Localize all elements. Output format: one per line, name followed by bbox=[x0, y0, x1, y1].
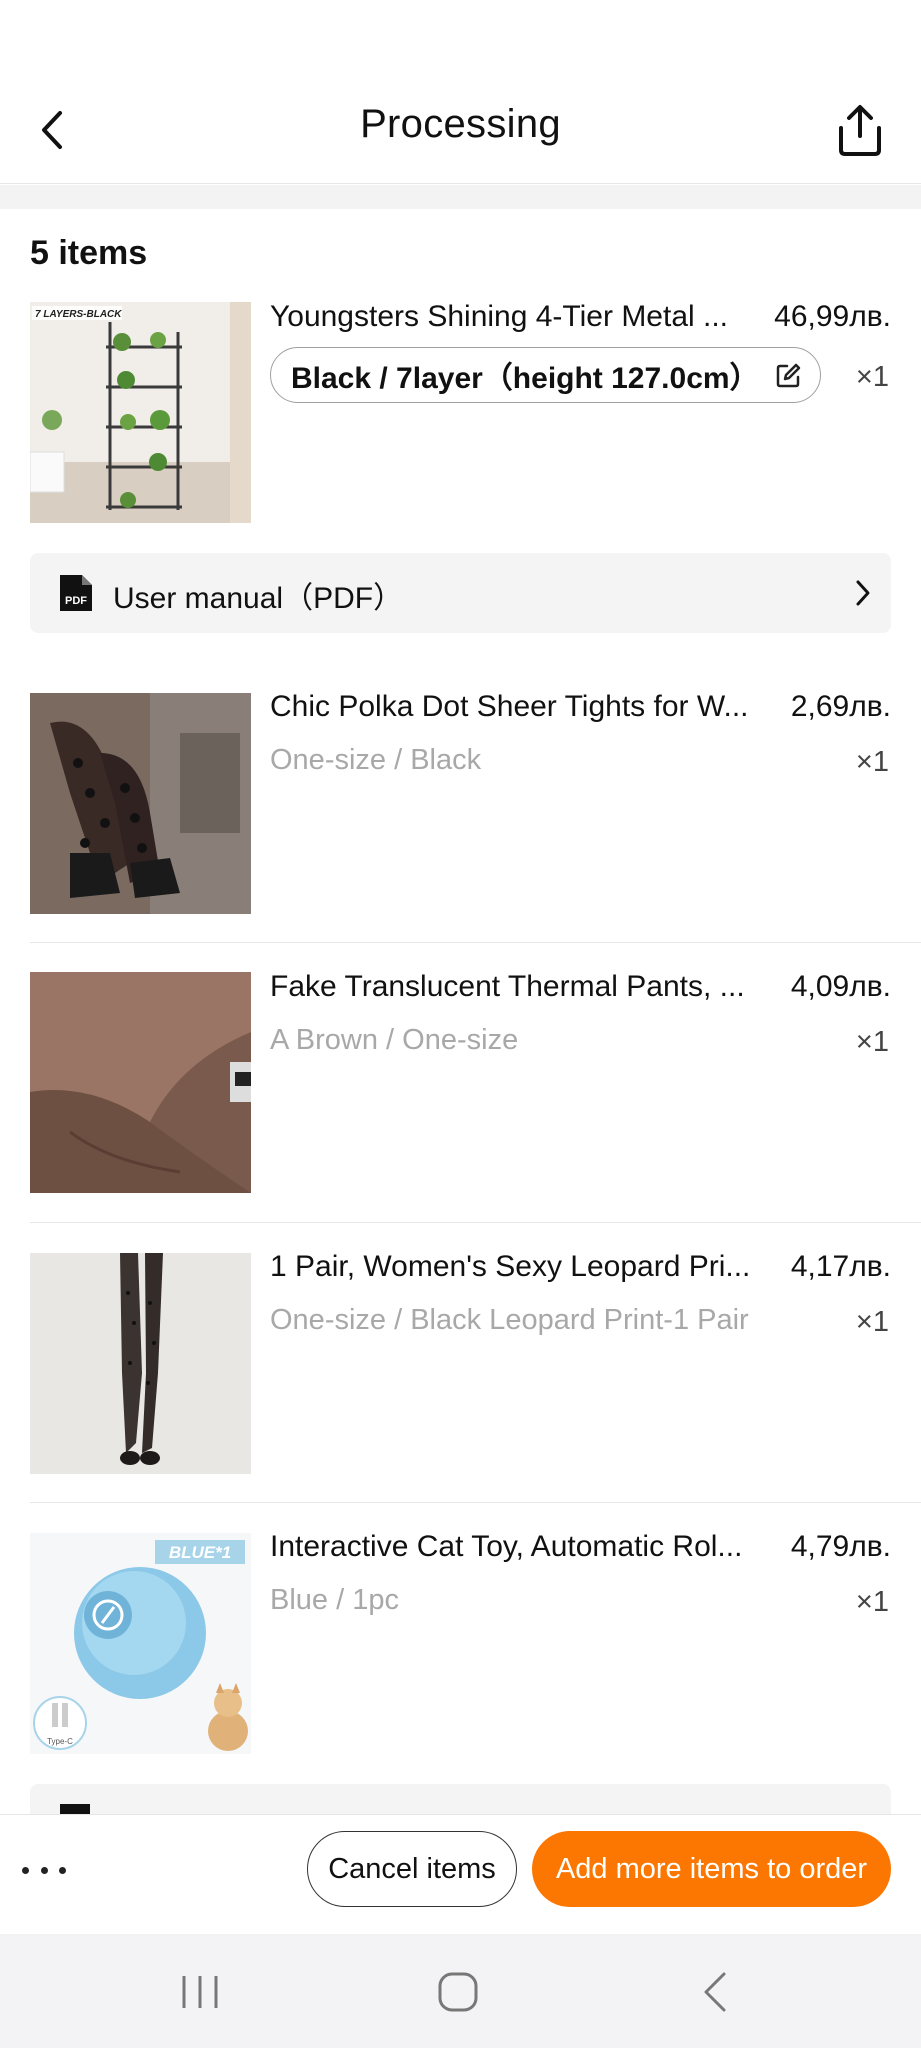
svg-text:PDF: PDF bbox=[65, 595, 87, 607]
chevron-right-icon bbox=[856, 580, 870, 606]
item-variant: Blue / 1pc bbox=[270, 1584, 399, 1616]
list-item[interactable]: 7 LAYERS-BLACK Youngsters Shining 4-Tier… bbox=[0, 300, 921, 530]
list-item[interactable]: Fake Translucent Thermal Pants, ... 4,09… bbox=[0, 970, 921, 1220]
product-thumbnail[interactable] bbox=[30, 1253, 251, 1474]
system-navigation-bar bbox=[0, 1934, 921, 2048]
item-quantity: ×1 bbox=[855, 746, 889, 778]
item-title[interactable]: Youngsters Shining 4-Tier Metal ... bbox=[270, 300, 770, 334]
divider bbox=[30, 1502, 921, 1503]
item-price: 2,69лв. bbox=[790, 690, 891, 723]
thumbnail-caption: Type-C bbox=[47, 1737, 73, 1746]
system-back-icon[interactable] bbox=[700, 1970, 730, 2014]
divider bbox=[30, 942, 921, 943]
bottom-action-bar: Cancel items Add more items to order bbox=[0, 1814, 921, 1934]
edit-icon bbox=[776, 363, 800, 388]
item-quantity: ×1 bbox=[855, 1586, 889, 1618]
item-quantity: ×1 bbox=[855, 361, 889, 393]
recents-icon[interactable] bbox=[180, 1972, 220, 2012]
item-variant: A Brown / One-size bbox=[270, 1024, 519, 1056]
user-manual-row-partial[interactable] bbox=[30, 1784, 891, 1814]
item-variant: One-size / Black bbox=[270, 744, 482, 776]
pdf-icon: PDF bbox=[60, 575, 92, 611]
user-manual-label: User manual（PDF） bbox=[113, 582, 404, 615]
item-title[interactable]: Fake Translucent Thermal Pants, ... bbox=[270, 970, 770, 1004]
item-price: 4,79лв. bbox=[790, 1530, 891, 1563]
home-icon[interactable] bbox=[436, 1970, 480, 2014]
section-separator bbox=[0, 185, 921, 209]
list-item[interactable]: Chic Polka Dot Sheer Tights for W... 2,6… bbox=[0, 690, 921, 940]
thumbnail-caption: 7 LAYERS-BLACK bbox=[35, 309, 122, 320]
list-item[interactable]: 1 Pair, Women's Sexy Leopard Pri... 4,17… bbox=[0, 1250, 921, 1500]
item-price: 4,09лв. bbox=[790, 970, 891, 1003]
product-thumbnail[interactable]: BLUE*1 Type-C bbox=[30, 1533, 251, 1754]
add-more-items-button[interactable]: Add more items to order bbox=[532, 1831, 891, 1907]
page-title: Processing bbox=[360, 102, 561, 146]
product-thumbnail[interactable]: 7 LAYERS-BLACK bbox=[30, 302, 251, 523]
order-processing-page: Processing 5 items 7 LAYERS-BLACK Youngs… bbox=[0, 0, 921, 2048]
variant-selector[interactable]: Black / 7layer（height 127.0cm） bbox=[270, 347, 821, 403]
item-variant: One-size / Black Leopard Print-1 Pair bbox=[270, 1304, 749, 1336]
item-title[interactable]: Chic Polka Dot Sheer Tights for W... bbox=[270, 690, 770, 724]
divider bbox=[30, 1222, 921, 1223]
top-bar: Processing bbox=[0, 0, 921, 184]
cancel-items-button[interactable]: Cancel items bbox=[307, 1831, 517, 1907]
items-count: 5 items bbox=[30, 234, 148, 272]
list-item[interactable]: BLUE*1 Type-C Interactive Cat Toy, Autom… bbox=[0, 1530, 921, 1780]
item-price: 46,99лв. bbox=[774, 300, 891, 333]
user-manual-row[interactable]: PDF User manual（PDF） bbox=[30, 553, 891, 633]
item-quantity: ×1 bbox=[855, 1306, 889, 1338]
item-title[interactable]: Interactive Cat Toy, Automatic Rol... bbox=[270, 1530, 770, 1564]
item-quantity: ×1 bbox=[855, 1026, 889, 1058]
thumbnail-badge: BLUE*1 bbox=[169, 1543, 231, 1562]
pdf-icon bbox=[60, 1804, 90, 1814]
share-icon bbox=[839, 105, 881, 156]
variant-label: Black / 7layer（height 127.0cm） bbox=[291, 362, 760, 395]
share-button[interactable] bbox=[833, 102, 887, 158]
product-thumbnail[interactable] bbox=[30, 693, 251, 914]
item-title[interactable]: 1 Pair, Women's Sexy Leopard Pri... bbox=[270, 1250, 770, 1284]
item-price: 4,17лв. bbox=[790, 1250, 891, 1283]
more-dots-icon[interactable] bbox=[22, 1855, 66, 1885]
product-thumbnail[interactable] bbox=[30, 972, 251, 1193]
